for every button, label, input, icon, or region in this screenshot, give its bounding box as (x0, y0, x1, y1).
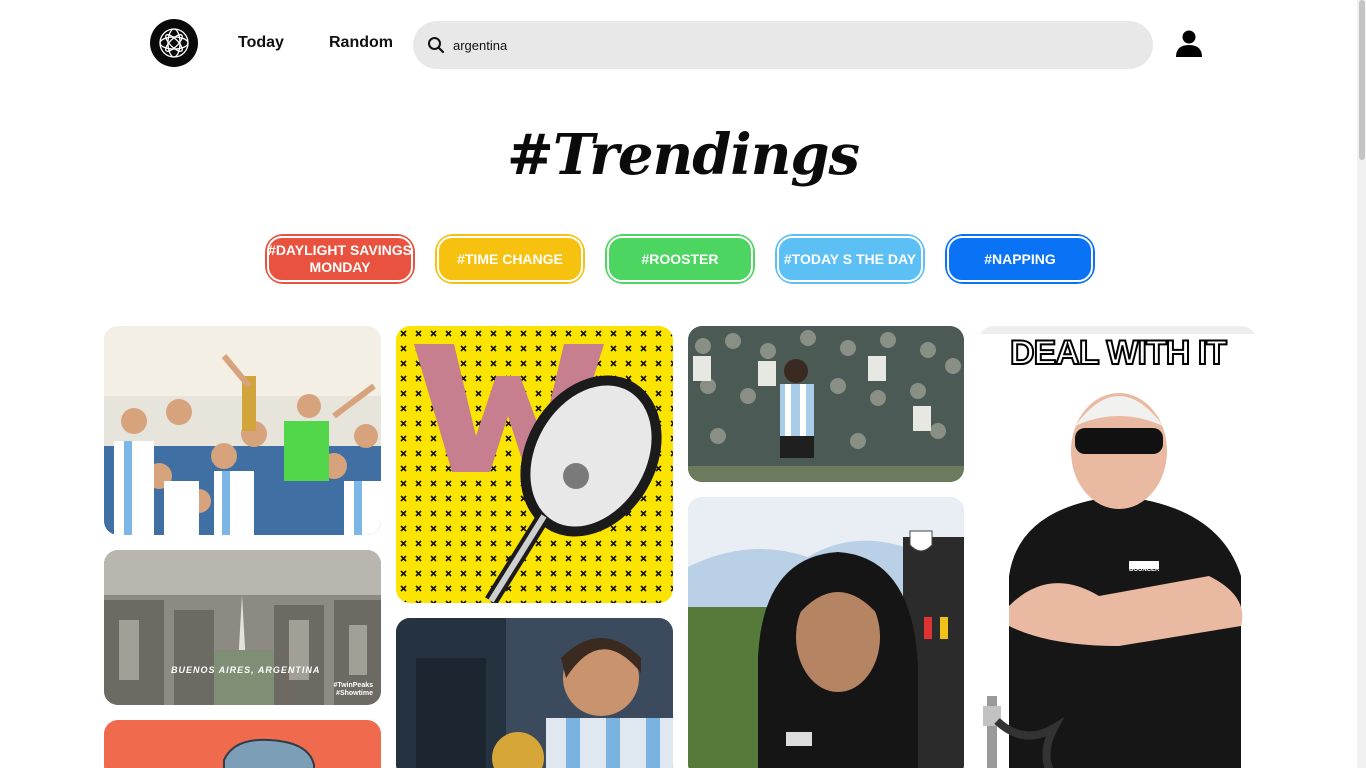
search-bar[interactable] (413, 21, 1153, 69)
page-title: #Trendings (506, 122, 860, 188)
search-icon (427, 36, 445, 54)
logo[interactable] (150, 19, 198, 67)
tag-label: #DAYLIGHT SAVINGS MONDAY (268, 242, 412, 275)
gif-orange-cartoon[interactable] (104, 720, 381, 768)
knot-logo-icon (159, 28, 189, 58)
tag-label: #NAPPING (984, 250, 1056, 267)
gif-messi-trophy[interactable] (396, 618, 673, 768)
gif-tennis-racket-w[interactable] (396, 326, 673, 603)
shirt-text: BOUNCER (1129, 567, 1160, 573)
gif-hashtag: #Showtime (336, 690, 373, 697)
scrollbar-thumb[interactable] (1359, 0, 1365, 160)
gif-caption: BUENOS AIRES, ARGENTINA (171, 665, 321, 675)
tag-today-s-the-day[interactable]: #TODAY S THE DAY (775, 234, 925, 284)
gif-hooded-man-selfie[interactable] (688, 497, 964, 768)
nav-random-link[interactable]: Random (329, 34, 393, 52)
tag-napping[interactable]: #NAPPING (945, 234, 1095, 284)
tag-label: #TODAY S THE DAY (783, 250, 917, 267)
nav-today-link[interactable]: Today (238, 34, 284, 52)
user-profile-icon[interactable] (1174, 28, 1204, 58)
gif-deal-with-it-bouncer[interactable]: DEAL WITH IT BOUNCER (979, 326, 1256, 768)
trending-tags: #DAYLIGHT SAVINGS MONDAY #TIME CHANGE #R… (265, 234, 1095, 284)
gif-buenos-aires-aerial[interactable]: BUENOS AIRES, ARGENTINA #TwinPeaks #Show… (104, 550, 381, 705)
gif-caption: DEAL WITH IT (1009, 333, 1228, 373)
tag-label: #ROOSTER (641, 250, 719, 267)
gif-hashtags: #TwinPeaks #Showtime (333, 682, 373, 698)
tag-label: #TIME CHANGE (457, 250, 563, 267)
scrollbar[interactable] (1357, 0, 1366, 768)
tag-time-change[interactable]: #TIME CHANGE (435, 234, 585, 284)
gif-world-cup-celebration[interactable] (104, 326, 381, 535)
gif-maradona-crowd[interactable] (688, 326, 964, 482)
tag-daylight-savings-monday[interactable]: #DAYLIGHT SAVINGS MONDAY (265, 234, 415, 284)
tag-rooster[interactable]: #ROOSTER (605, 234, 755, 284)
page: Today Random #Trendings #DAYLIGHT SAVING… (0, 0, 1366, 768)
search-input[interactable] (453, 37, 1113, 53)
gif-hashtag: #TwinPeaks (333, 682, 373, 689)
